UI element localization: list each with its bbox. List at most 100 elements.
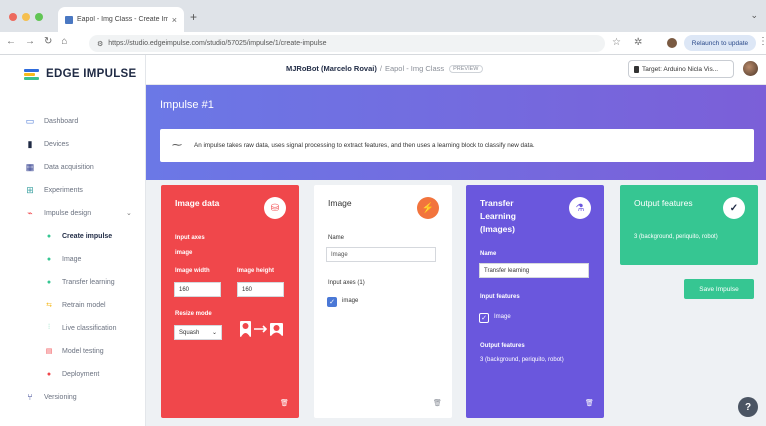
bookmark-star-icon[interactable]: ☆ [612,37,621,48]
browser-tab-bar: Eapol - Img Class - Create Im × + ⌄ [0,0,766,32]
breadcrumb-separator: / [379,64,382,73]
edge-impulse-logo-icon [24,68,39,80]
sidebar-item-live-classification[interactable]: ⫶ Live classification [0,318,146,338]
minimize-window-icon[interactable] [22,13,30,21]
tab-list-chevron-icon[interactable]: ⌄ [750,10,758,21]
image-feature-checkbox[interactable]: ✓ [479,313,489,323]
card-title-line: (Images) [480,224,515,234]
database-icon: ▦ [25,161,35,172]
forward-arrow-icon[interactable]: → [25,36,35,47]
image-processing-card: Image ⚡ Name Image Input axes (1) ✓ imag… [314,185,452,418]
devices-icon: ▮ [27,138,33,149]
name-label: Name [480,251,497,257]
relaunch-button[interactable]: Relaunch to update [684,35,756,51]
tab-close-icon[interactable]: × [172,15,177,25]
card-title: Image [328,198,352,208]
image-feature-label: Image [494,314,511,320]
versioning-icon: ⑂ [27,392,33,402]
resize-mode-value: Squash [179,329,200,336]
monitor-icon: ▭ [25,115,35,126]
help-button[interactable]: ? [738,397,758,417]
dot-icon: ● [46,232,52,240]
checkmark-icon: ✓ [723,197,745,219]
name-input[interactable]: Transfer learning [479,263,589,278]
reload-icon[interactable]: ↻ [44,36,52,47]
site-settings-icon[interactable]: ⚙ [97,40,103,48]
window-controls [9,13,43,21]
sidebar-item-retrain-model[interactable]: ⇆ Retrain model [0,295,146,315]
card-title: Transfer Learning (Images) [480,197,516,236]
sidebar-item-model-testing[interactable]: ▤ Model testing [0,341,146,361]
user-avatar[interactable] [743,61,758,76]
sidebar-item-label: Versioning [44,393,77,401]
url-field[interactable]: ⚙ https://studio.edgeimpulse.com/studio/… [89,35,605,52]
brand-name: EDGE IMPULSE [46,68,137,80]
sidebar-item-image[interactable]: ● Image [0,249,146,269]
retrain-icon: ⇆ [46,302,52,309]
name-input[interactable]: Image [326,247,436,262]
sidebar-item-label: Impulse design [44,209,92,217]
select-chevron-icon: ⌄ [211,330,217,336]
chip-icon [634,65,639,73]
brand-logo[interactable]: EDGE IMPULSE [24,68,137,80]
delete-block-icon[interactable]: 🗑 [433,399,442,407]
sidebar-item-create-impulse[interactable]: ● Create impulse [0,226,146,246]
transfer-learning-card: Transfer Learning (Images) ⚗ Name Transf… [466,185,604,418]
pulse-icon: ⁓ [172,140,182,151]
resize-mode-select[interactable]: Squash ⌄ [174,325,222,340]
sidebar-item-label: Model testing [62,347,104,355]
image-axis-label: image [342,298,359,304]
output-features-label: Output features [480,343,525,349]
sidebar-item-data-acquisition[interactable]: ▦ Data acquisition [0,157,146,177]
chevron-down-icon[interactable]: ⌄ [126,209,132,217]
tab-title: Eapol - Img Class - Create Im [77,16,168,23]
sidebar-item-experiments[interactable]: ⊞ Experiments [0,180,146,200]
maximize-window-icon[interactable] [35,13,43,21]
deploy-icon: ● [46,370,52,378]
image-height-input[interactable]: 160 [237,282,284,297]
save-impulse-button[interactable]: Save Impulse [684,279,754,299]
breadcrumb-project[interactable]: Eapol - Img Class [385,64,444,73]
browser-tab[interactable]: Eapol - Img Class - Create Im × [58,7,184,32]
sidebar-item-deployment[interactable]: ● Deployment [0,364,146,384]
favicon-icon [65,15,73,24]
profile-avatar[interactable] [667,38,677,48]
back-arrow-icon[interactable]: ← [6,36,16,47]
dot-icon: ● [46,255,52,263]
impulse-banner: Impulse #1 ⁓ An impulse takes raw data, … [146,85,766,180]
delete-block-icon[interactable]: 🗑 [280,399,289,407]
sidebar-item-impulse-design[interactable]: ⌁ Impulse design ⌄ [0,203,146,223]
sidebar-item-transfer-learning[interactable]: ● Transfer learning [0,272,146,292]
extensions-icon[interactable]: ✲ [634,37,642,48]
testing-icon: ▤ [45,348,53,355]
live-icon: ⫶ [48,324,50,331]
input-axes-label: Input axes [175,235,205,241]
image-axis-checkbox[interactable]: ✓ [327,297,337,307]
card-title: Output features [634,198,693,208]
sidebar-item-label: Transfer learning [62,278,115,286]
home-icon[interactable]: ⌂ [61,36,67,47]
card-title: Image data [175,198,220,208]
sidebar-item-devices[interactable]: ▮ Devices [0,134,146,154]
input-axes-label: Input axes (1) [328,280,365,286]
breadcrumb: MJRoBot (Marcelo Rovai) / Eapol - Img Cl… [286,64,483,73]
sidebar-item-versioning[interactable]: ⑂ Versioning [0,387,146,407]
sidebar-item-label: Data acquisition [44,163,94,171]
sidebar-item-dashboard[interactable]: ▭ Dashboard [0,111,146,131]
sidebar-item-label: Dashboard [44,117,79,125]
sidebar-item-label: Live classification [62,324,117,332]
squash-illustration-icon [239,320,285,338]
delete-block-icon[interactable]: 🗑 [585,399,594,407]
close-window-icon[interactable] [9,13,17,21]
breadcrumb-owner[interactable]: MJRoBot (Marcelo Rovai) [286,64,377,73]
browser-menu-icon[interactable]: ⋮ [758,36,766,47]
new-tab-button[interactable]: + [190,10,197,24]
sidebar-item-label: Deployment [62,370,100,378]
impulse-icon: ⌁ [27,207,33,218]
image-width-input[interactable]: 160 [174,282,221,297]
target-device-button[interactable]: Target: Arduino Nicla Vis... [628,60,734,78]
output-features-value: 3 (background, periquito, robot) [634,234,718,240]
input-features-label: Input features [480,294,520,300]
card-title-line: Learning [480,211,516,221]
info-text: An impulse takes raw data, uses signal p… [194,142,535,149]
